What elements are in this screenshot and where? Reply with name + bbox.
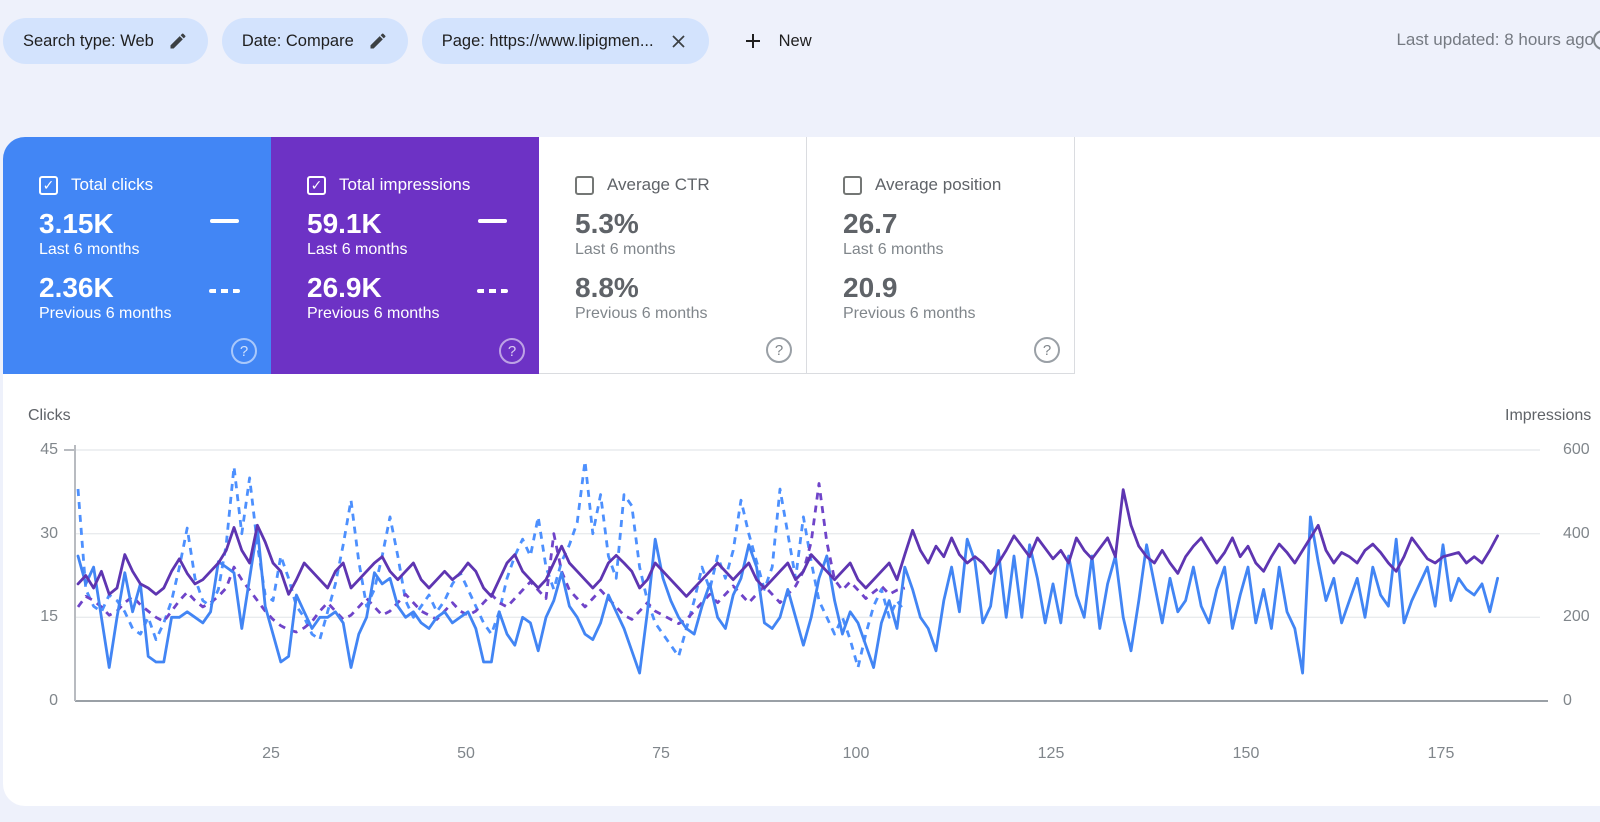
line-chart-canvas[interactable]	[0, 0, 1600, 822]
series-impressions-last-6-months	[76, 488, 1499, 598]
performance-chart: Clicks Impressions 45 30 15 0 600 400 200 0 25 50…	[0, 0, 1600, 822]
series-clicks-previous-6-months	[76, 459, 906, 669]
